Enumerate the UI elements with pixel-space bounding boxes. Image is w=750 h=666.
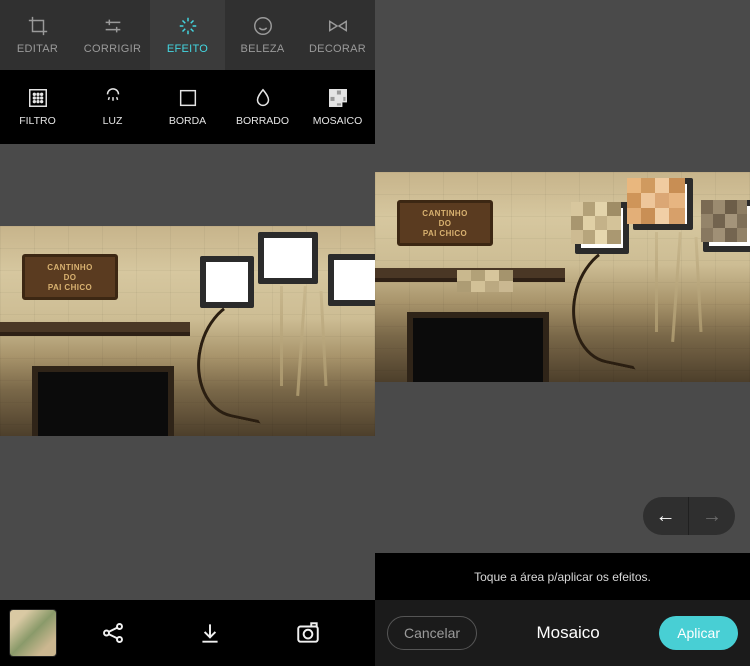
download-icon[interactable] xyxy=(197,620,223,646)
hint-bar: Toque a área p/aplicar os efeitos. xyxy=(375,553,750,600)
tool-filtro[interactable]: FILTRO xyxy=(0,70,75,144)
lamp-icon xyxy=(102,87,124,109)
photo-content: CANTINHODOPAI CHICO xyxy=(0,226,375,436)
bowtie-icon xyxy=(327,15,349,37)
tab-label: CORRIGIR xyxy=(84,43,141,55)
undo-redo-pager: ← → xyxy=(643,497,735,535)
droplet-icon xyxy=(252,87,274,109)
smile-icon xyxy=(252,15,274,37)
tool-label: BORDA xyxy=(169,115,206,127)
gallery-thumbnail[interactable] xyxy=(10,610,56,656)
tool-mosaico[interactable]: MOSAICO xyxy=(300,70,375,144)
tool-borrado[interactable]: BORRADO xyxy=(225,70,300,144)
sliders-icon xyxy=(102,15,124,37)
editing-image: CANTINHODOPAI CHICO xyxy=(375,172,750,382)
image-canvas[interactable]: CANTINHODOPAI CHICO xyxy=(375,0,750,553)
mosaic-patch xyxy=(571,202,621,244)
editing-image: CANTINHODOPAI CHICO xyxy=(0,226,375,436)
share-icon[interactable] xyxy=(100,620,126,646)
apply-button[interactable]: Aplicar xyxy=(659,616,738,650)
mosaic-patch xyxy=(627,178,685,224)
tab-editar[interactable]: EDITAR xyxy=(0,0,75,70)
effect-title: Mosaico xyxy=(536,623,599,643)
tab-efeito[interactable]: EFEITO xyxy=(150,0,225,70)
effect-tool-bar: FILTRO LUZ BORDA BORRADO MOSAICO xyxy=(0,70,375,144)
tab-label: BELEZA xyxy=(241,43,285,55)
redo-button[interactable]: → xyxy=(689,497,735,535)
apply-bar: Cancelar Mosaico Aplicar xyxy=(375,600,750,666)
picture-frame xyxy=(258,232,318,284)
mosaic-icon xyxy=(327,87,349,109)
camera-icon[interactable] xyxy=(295,620,321,646)
image-canvas[interactable]: CANTINHODOPAI CHICO xyxy=(0,144,375,600)
tab-label: EFEITO xyxy=(167,43,208,55)
bottom-action-bar xyxy=(0,600,375,666)
tab-corrigir[interactable]: CORRIGIR xyxy=(75,0,150,70)
tool-label: MOSAICO xyxy=(313,115,363,127)
cancel-button[interactable]: Cancelar xyxy=(387,616,477,650)
top-tab-bar: EDITAR CORRIGIR EFEITO BELEZA DECORAR xyxy=(0,0,375,70)
crop-icon xyxy=(27,15,49,37)
tool-label: LUZ xyxy=(103,115,123,127)
grid-dots-icon xyxy=(27,87,49,109)
tool-label: BORRADO xyxy=(236,115,289,127)
mosaic-apply-pane: CANTINHODOPAI CHICO xyxy=(375,0,750,666)
tab-decorar[interactable]: DECORAR xyxy=(300,0,375,70)
wall-plaque: CANTINHODOPAI CHICO xyxy=(22,254,118,300)
tab-label: DECORAR xyxy=(309,43,366,55)
mosaic-patch xyxy=(457,270,513,292)
wall-plaque: CANTINHODOPAI CHICO xyxy=(397,200,493,246)
undo-button[interactable]: ← xyxy=(643,497,689,535)
photo-content: CANTINHODOPAI CHICO xyxy=(375,172,750,382)
picture-frame xyxy=(328,254,375,306)
tool-label: FILTRO xyxy=(19,115,56,127)
tool-borda[interactable]: BORDA xyxy=(150,70,225,144)
border-icon xyxy=(177,87,199,109)
editor-main-pane: EDITAR CORRIGIR EFEITO BELEZA DECORAR xyxy=(0,0,375,666)
tool-luz[interactable]: LUZ xyxy=(75,70,150,144)
tab-beleza[interactable]: BELEZA xyxy=(225,0,300,70)
mosaic-patch xyxy=(701,200,747,242)
sparkle-icon xyxy=(177,15,199,37)
hint-text: Toque a área p/aplicar os efeitos. xyxy=(474,570,651,584)
tab-label: EDITAR xyxy=(17,43,58,55)
